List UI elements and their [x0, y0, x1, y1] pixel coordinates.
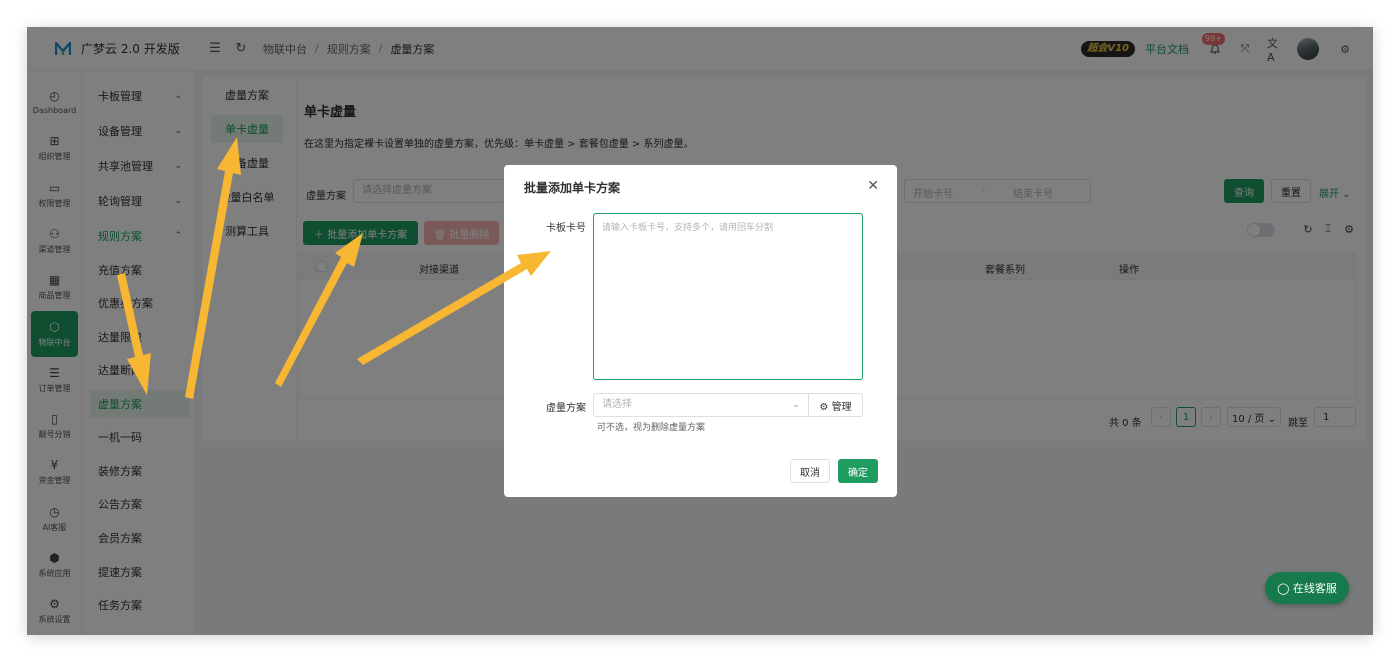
app-window: 广梦云 2.0 开发版 ☰ ↻ 物联中台 / 规则方案 / 虚量方案 超会V10…	[27, 27, 1373, 635]
plan-hint: 可不选，视为删除虚量方案	[597, 423, 706, 433]
manage-button[interactable]: ⚙ 管理	[808, 393, 863, 417]
batch-add-dialog: 批量添加单卡方案 ✕ 卡板卡号 请输入卡板卡号，支持多个，请用回车分割 虚量方案…	[504, 165, 897, 497]
plan-select-placeholder: 请选择	[602, 399, 632, 410]
dialog-title: 批量添加单卡方案	[524, 181, 621, 195]
chevron-down-icon: ⌄	[792, 400, 800, 410]
card-number-label: 卡板卡号	[546, 223, 586, 234]
cancel-button[interactable]: 取消	[790, 459, 830, 483]
card-number-textarea[interactable]: 请输入卡板卡号，支持多个，请用回车分割	[593, 213, 863, 380]
online-support-button[interactable]: ◯ 在线客服	[1265, 572, 1349, 604]
plan-label: 虚量方案	[546, 403, 586, 414]
close-icon[interactable]: ✕	[867, 178, 879, 194]
confirm-button[interactable]: 确定	[838, 459, 878, 483]
plan-select[interactable]: 请选择 ⌄	[593, 393, 808, 417]
